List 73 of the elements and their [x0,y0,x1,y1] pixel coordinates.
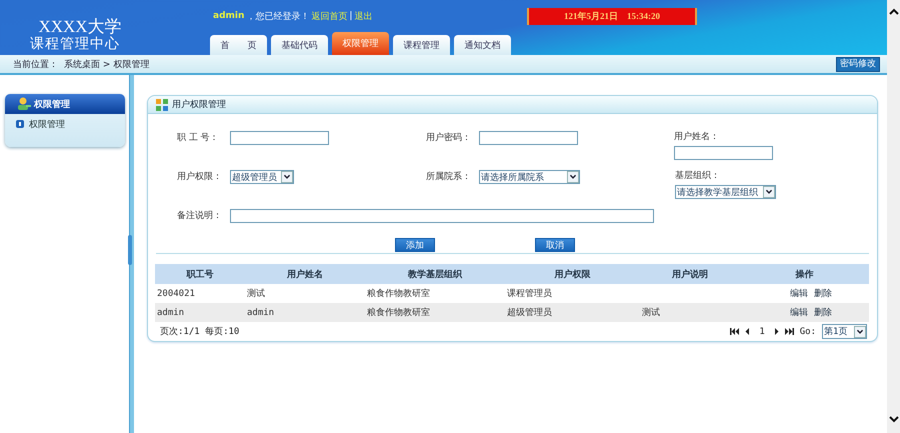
panel-title: 用户权限管理 [172,98,226,111]
page-number[interactable]: 1 [756,326,768,336]
row-action-link[interactable]: 删除 [814,306,832,319]
first-page-icon [730,328,740,335]
field-label: 备注说明： [177,210,223,222]
column-header: 用户说明 [671,268,709,280]
caret-icon [854,326,866,338]
go-label: Go: [800,326,816,336]
breadcrumb-path: 系统桌面 > 权限管理 [64,58,150,70]
field-label: 职 工 号： [177,132,220,144]
table-cell-text: admin [246,308,276,318]
breadcrumb-label: 当前位置： [13,58,58,70]
column-header: 职工号 [185,268,214,280]
action-button[interactable]: 取消 [535,238,575,252]
row-action-link[interactable]: 编辑 [790,306,808,319]
table-cell-text: admin [156,308,186,318]
logo-subtitle: 课程管理中心 [30,36,120,53]
column-header: 操作 [794,268,814,280]
select-field[interactable]: 超级管理员 [230,170,294,184]
field-label: 用户权限： [177,170,223,183]
page-summary: 页次:1/1 每页:10 [160,326,240,338]
splitter-handle[interactable] [128,235,132,265]
table-cell-text: 测试 [641,306,661,319]
input-field[interactable] [674,146,773,160]
splitter-bar[interactable] [129,75,134,433]
scroll-up-icon [888,8,898,15]
last-page-icon [784,328,794,335]
grid-icon [156,98,168,110]
login-text: ，您已经登录！ [246,10,310,22]
field-label: 用户姓名： [674,130,719,143]
scroll-down-icon [888,416,898,423]
table-cell-text: 课程管理员 [506,288,553,300]
field-label: 所属院系： [426,170,472,183]
nav-tab[interactable]: 课程管理 [393,35,450,55]
nav-tab[interactable]: 基础代码 [271,35,328,55]
table-cell-text: 粮食作物教研室 [366,288,431,300]
next-page-icon [774,328,779,335]
input-field[interactable] [230,209,654,223]
user-name: admin [213,11,244,21]
separator-text: | [349,11,352,21]
input-field[interactable] [479,131,578,145]
table-cell-text: 2004021 [156,288,196,298]
caret-icon [281,171,293,183]
column-header: 教学基层组织 [406,268,464,280]
table-cell-text: 粮食作物教研室 [366,306,431,319]
logout-link[interactable]: 退出 [354,10,372,22]
row-action-link[interactable]: 编辑 [790,287,808,300]
nav-tab[interactable]: 首 页 [210,35,267,55]
page-select[interactable]: 第1页 [822,324,867,339]
prev-page-icon [745,328,750,335]
column-header: 用户权限 [554,268,592,280]
column-header: 用户姓名 [286,268,324,280]
caret-icon [567,171,579,183]
clock-banner: 121年5月21日 15:34:20 [527,8,697,25]
select-field[interactable]: 请选择教学基层组织 [675,185,776,199]
logo-title: XXXX大学 [37,18,122,36]
table-cell-text: 超级管理员 [506,306,553,319]
table-cell-text: 测试 [246,288,266,300]
caret-icon [763,186,775,198]
field-label: 基层组织： [675,170,720,182]
password-button[interactable]: 密码修改 [836,56,880,72]
sidebar-item[interactable]: 权限管理 [5,114,125,130]
home-link[interactable]: 返回首页 [311,10,348,22]
input-field[interactable] [230,131,329,145]
select-field[interactable]: 请选择所属院系 [479,170,580,184]
users-icon [17,97,31,111]
bullet-icon [16,120,24,128]
sidebar-title: 权限管理 [34,98,70,110]
action-button[interactable]: 添加 [395,238,435,252]
row-action-link[interactable]: 删除 [814,287,832,300]
nav-tab[interactable]: 通知文档 [454,35,511,55]
field-label: 用户密码： [426,132,472,144]
scrollbar[interactable] [887,0,900,433]
